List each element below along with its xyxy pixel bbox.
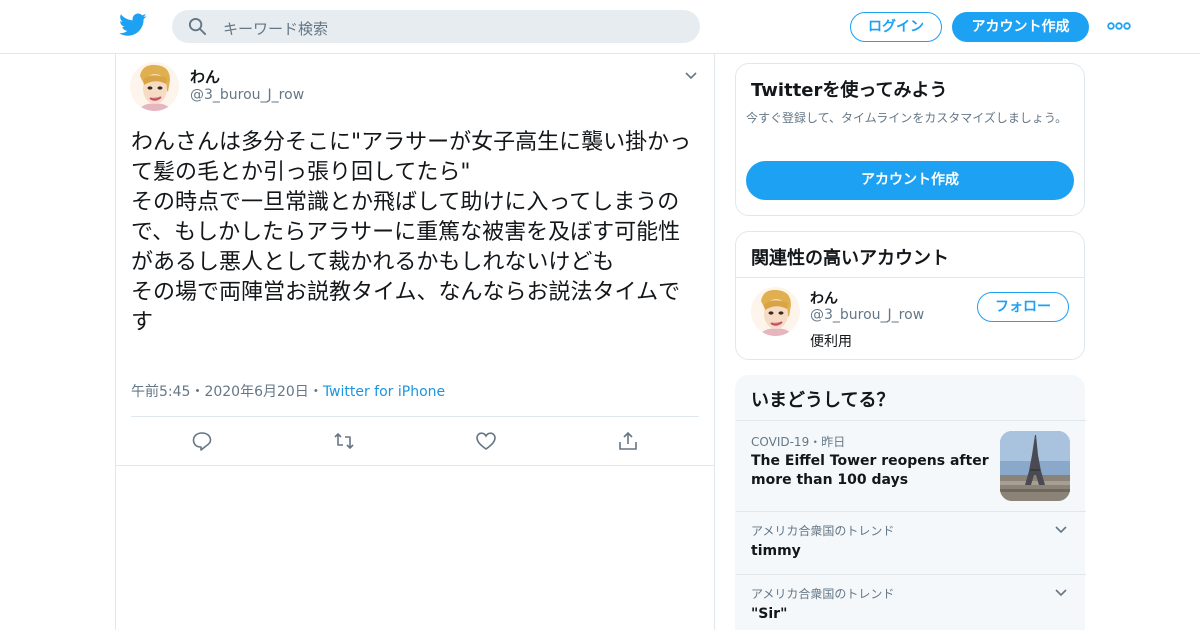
divider	[131, 416, 699, 417]
related-accounts-title: 関連性の高いアカウント	[751, 248, 949, 269]
divider	[736, 511, 1086, 512]
divider	[736, 277, 1084, 278]
trend-thumbnail[interactable]	[1000, 431, 1070, 501]
retweet-icon[interactable]	[333, 430, 355, 452]
trend-category: COVID-19・昨日	[751, 435, 846, 449]
related-accounts-card: 関連性の高いアカウント わん @3_burou_J_row 便利用 フォロー	[735, 231, 1085, 360]
tweet-author-name[interactable]: わん	[190, 66, 220, 87]
chevron-down-icon[interactable]	[683, 68, 699, 84]
trend-category: アメリカ合衆国のトレンド	[751, 524, 895, 538]
tweet-source-link[interactable]: Twitter for iPhone	[323, 384, 445, 400]
avatar[interactable]	[751, 287, 800, 336]
login-button[interactable]: ログイン	[850, 12, 942, 42]
related-account-name[interactable]: わん	[810, 288, 838, 308]
trend-item[interactable]: "Sir"	[751, 605, 787, 624]
search-icon	[188, 17, 207, 36]
signup-card-title: Twitterを使ってみよう	[751, 80, 948, 101]
more-dots-icon[interactable]	[1107, 21, 1131, 31]
twitter-bird-icon[interactable]	[119, 13, 147, 37]
meta-separator: ・	[308, 384, 323, 400]
divider	[116, 465, 714, 466]
tweet-date[interactable]: 2020年6月20日	[204, 384, 308, 400]
avatar[interactable]	[130, 62, 179, 111]
related-account-bio: 便利用	[810, 334, 852, 350]
signup-card-description: 今すぐ登録して、タイムラインをカスタマイズしましょう。	[746, 111, 1068, 125]
search-placeholder: キーワード検索	[223, 20, 329, 38]
like-icon[interactable]	[475, 430, 497, 452]
trend-item[interactable]: timmy	[751, 542, 801, 561]
divider	[736, 574, 1086, 575]
search-input[interactable]: キーワード検索	[172, 10, 700, 43]
tweet-time[interactable]: 午前5:45	[131, 384, 190, 400]
create-account-button[interactable]: アカウント作成	[746, 161, 1074, 200]
meta-separator: ・	[190, 384, 205, 400]
tweet-text: わんさんは多分そこに"アラサーが女子高生に襲い掛かって髪の毛とか引っ張り回してた…	[131, 130, 692, 335]
trend-item[interactable]: The Eiffel Tower reopens after more than…	[751, 452, 996, 490]
reply-icon[interactable]	[191, 430, 213, 452]
signup-card: Twitterを使ってみよう 今すぐ登録して、タイムラインをカスタマイズしましょ…	[735, 63, 1085, 216]
trends-card: いまどうしてる？ COVID-19・昨日 The Eiffel Tower re…	[735, 375, 1086, 630]
share-icon[interactable]	[617, 430, 639, 452]
chevron-down-icon[interactable]	[1053, 585, 1069, 601]
signup-button[interactable]: アカウント作成	[952, 12, 1089, 42]
related-account-handle[interactable]: @3_burou_J_row	[810, 307, 924, 323]
trends-title: いまどうしてる？	[751, 390, 895, 411]
chevron-down-icon[interactable]	[1053, 522, 1069, 538]
trend-category: アメリカ合衆国のトレンド	[751, 587, 895, 601]
follow-button[interactable]: フォロー	[977, 292, 1069, 322]
tweet-author-handle[interactable]: @3_burou_J_row	[190, 87, 304, 103]
divider	[736, 420, 1086, 421]
tweet-meta: 午前5:45・2020年6月20日・Twitter for iPhone	[131, 381, 445, 401]
top-nav-bar: キーワード検索 ログイン アカウント作成	[0, 0, 1200, 54]
